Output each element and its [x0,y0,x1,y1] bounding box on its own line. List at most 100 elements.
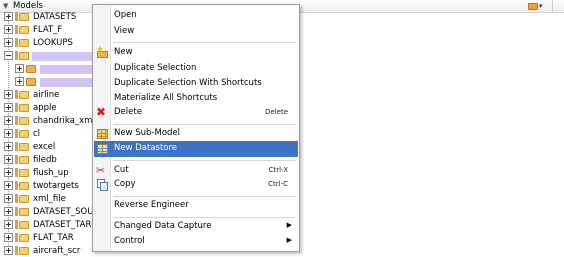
model-folder-icon [15,116,30,126]
menu-item-label: Changed Data Capture [114,221,212,231]
redacted-label [32,52,96,61]
tree-node[interactable]: airline [0,89,96,101]
menu-item-copy[interactable]: Copy Ctrl-C [94,177,298,193]
tree-node[interactable]: FLAT_F [0,24,96,36]
tree-node[interactable]: DATASET_SOUR [0,206,99,218]
expand-plus-icon[interactable] [4,168,13,177]
menu-item-changed-data-capture[interactable]: Changed Data Capture ▶ [94,219,298,235]
expand-plus-icon[interactable] [4,90,13,99]
expand-plus-icon[interactable] [4,220,13,229]
menu-item-new-sub-model[interactable]: New Sub-Model [94,126,298,142]
menu-item-open[interactable]: Open [94,8,298,24]
tree-node-label: twotargets [33,181,79,191]
expand-plus-icon[interactable] [4,233,13,242]
tree-node-label: xml_file [33,194,66,204]
menu-item-delete[interactable]: ✖ Delete Delete [94,105,298,121]
expand-plus-icon[interactable] [4,207,13,216]
model-folder-icon [15,38,30,48]
collapse-triangle-icon[interactable]: ▼ [3,2,8,10]
tree-node-label: FLAT_TAR [33,233,74,243]
model-folder-icon [15,103,30,113]
tree-node-label: apple [33,103,57,113]
menu-item-label: New Datastore [114,143,178,153]
redacted-label [40,65,92,74]
tree-node[interactable]: filedb [0,154,96,166]
submenu-arrow-icon: ▶ [286,221,292,229]
expand-plus-icon[interactable] [15,64,24,73]
tree-node[interactable]: DATASET_TARG [0,219,98,231]
expand-plus-icon[interactable] [4,116,13,125]
tree-node[interactable]: LOOKUPS [0,37,96,49]
expand-plus-icon[interactable] [4,194,13,203]
tree-node-label: DATASETS [33,12,77,22]
right-pane-edge [552,0,564,13]
menu-item-reverse-engineer[interactable]: Reverse Engineer [94,198,298,214]
menu-item-label: New Sub-Model [114,128,181,138]
model-folder-icon [15,233,30,243]
menu-separator [113,124,296,125]
menu-item-label: Materialize All Shortcuts [114,93,218,103]
tree-node-label: flush_up [33,168,69,178]
tree-node[interactable]: DATASETS [0,11,96,23]
expand-plus-icon[interactable] [4,246,13,255]
tree-node-label: airline [33,90,60,100]
menu-item-duplicate-with-shortcuts[interactable]: Duplicate Selection With Shortcuts [94,76,298,92]
sub-model-folder-icon [26,77,41,87]
tree-node-label: chandrika_xml [33,116,95,126]
tree-node[interactable]: FLAT_TAR [0,232,96,244]
menu-item-label: Cut [114,165,129,175]
panel-title: Models [13,1,43,11]
tree-node[interactable]: xml_file [0,193,96,205]
expand-plus-icon[interactable] [4,155,13,164]
menu-item-duplicate-selection[interactable]: Duplicate Selection [94,61,298,77]
menu-item-label: Copy [114,179,136,189]
menu-item-label: Control [114,236,145,246]
folder-dropdown-button[interactable]: ▾ [527,1,544,12]
expand-plus-icon[interactable] [4,181,13,190]
model-folder-icon [15,220,30,230]
expand-plus-icon[interactable] [4,103,13,112]
menu-item-view[interactable]: View [94,24,298,40]
model-folder-icon [15,51,30,61]
tree-node[interactable]: apple [0,102,96,114]
menu-item-new[interactable]: ★ New [94,45,298,61]
menu-item-new-datastore[interactable]: New Datastore [94,141,298,157]
expand-plus-icon[interactable] [15,77,24,86]
menu-item-label: Delete [114,107,142,117]
model-folder-icon [15,155,30,165]
menu-item-control[interactable]: Control ▶ [94,234,298,250]
menu-item-label: View [114,26,135,36]
tree-node[interactable]: excel [0,141,96,153]
tree-node[interactable]: aircraft_scr [0,245,96,257]
tree-node-sub[interactable] [0,63,96,75]
expand-plus-icon[interactable] [4,12,13,21]
expand-plus-icon[interactable] [4,38,13,47]
shortcut-label: Delete [265,108,288,116]
model-folder-icon [15,90,30,100]
expand-plus-icon[interactable] [4,142,13,151]
tree-node[interactable]: twotargets [0,180,96,192]
tree-node[interactable]: cl [0,128,96,140]
sub-model-icon [96,128,109,140]
menu-separator [113,196,296,197]
menu-separator [113,217,296,218]
model-folder-icon [15,142,30,152]
menu-item-label: Reverse Engineer [114,200,189,210]
expand-plus-icon[interactable] [4,129,13,138]
shortcut-label: Ctrl-C [268,180,288,188]
tree-node-sub[interactable] [0,76,96,88]
chevron-down-icon: ▾ [539,2,543,10]
tree-node-selected-model[interactable] [0,50,96,62]
context-menu: Open View ★ New Duplicate Selection Dupl… [92,4,300,252]
tree-node[interactable]: chandrika_xml [0,115,96,127]
submenu-arrow-icon: ▶ [286,236,292,244]
collapse-minus-icon[interactable] [4,51,13,60]
tree-node-label: FLAT_F [33,25,63,35]
tree-node[interactable]: flush_up [0,167,96,179]
model-folder-icon [15,207,30,217]
model-folder-icon [15,12,30,22]
delete-x-icon: ✖ [96,105,107,119]
tree-node-label: aircraft_scr [33,246,81,256]
menu-item-label: Open [114,10,137,20]
expand-plus-icon[interactable] [4,25,13,34]
